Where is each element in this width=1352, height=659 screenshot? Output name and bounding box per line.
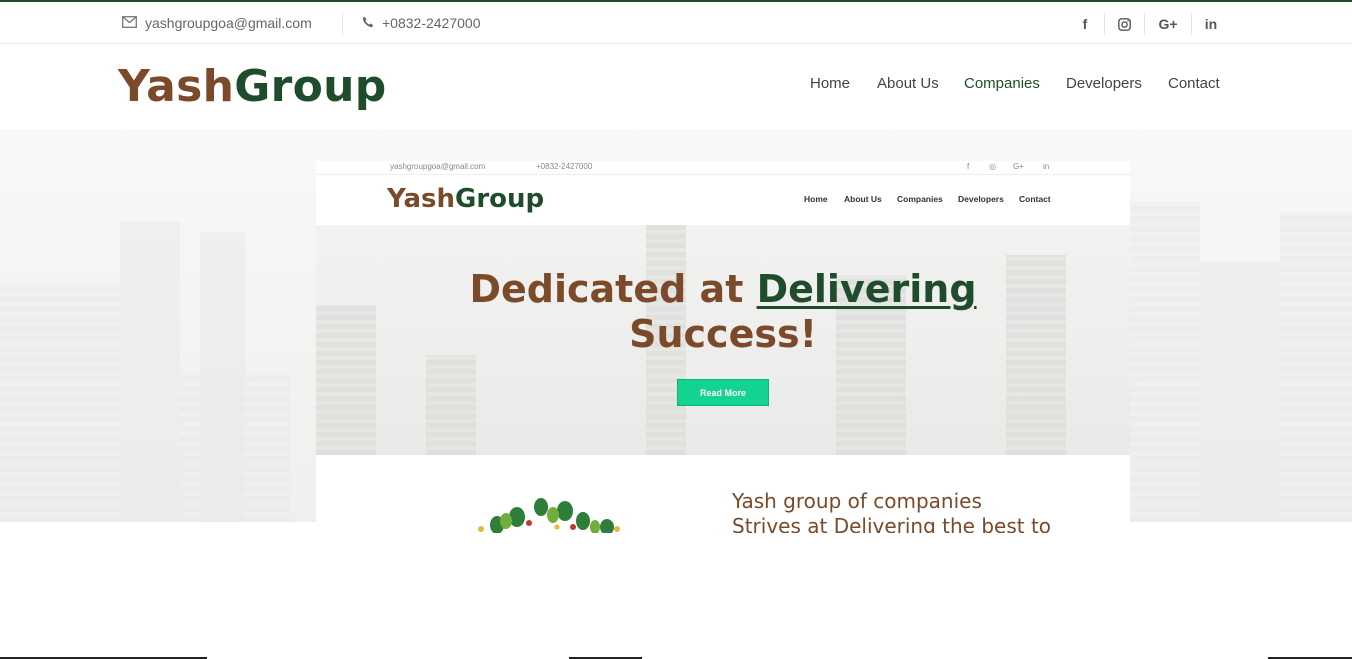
preview-topbar: yashgroupgoa@gmail.com +0832-2427000 f ◎… <box>316 161 1130 175</box>
facebook-icon[interactable]: f <box>1074 13 1096 35</box>
topbar-email[interactable]: yashgroupgoa@gmail.com <box>122 13 312 33</box>
preview-headline-line2: Success! <box>629 312 817 356</box>
site-header: YashGroup Home About Us Companies Develo… <box>0 45 1352 129</box>
preview-nav-contact: Contact <box>1019 194 1051 204</box>
social-divider <box>1191 13 1192 35</box>
preview-google-plus-icon: G+ <box>1013 162 1024 171</box>
site-logo[interactable]: YashGroup <box>118 61 387 112</box>
preview-body-line2: Strives at Delivering the best to <box>732 514 1052 533</box>
preview-body-line1: Yash group of companies <box>732 489 982 513</box>
google-plus-icon[interactable]: G+ <box>1154 13 1182 35</box>
phone-icon <box>362 15 374 31</box>
preview-nav-developers: Developers <box>958 194 1004 204</box>
preview-hero: Dedicated at Delivering Success! Read Mo… <box>316 225 1130 455</box>
preview-nav-companies: Companies <box>897 194 943 204</box>
preview-headline-text: Dedicated at <box>469 267 757 311</box>
preview-headline-line1: Dedicated at Delivering <box>316 267 1130 311</box>
social-divider <box>1104 13 1105 35</box>
preview-logo-group: Group <box>454 184 545 214</box>
topbar-email-text: yashgroupgoa@gmail.com <box>145 15 312 31</box>
nav-contact[interactable]: Contact <box>1168 75 1220 92</box>
preview-instagram-icon: ◎ <box>989 162 996 171</box>
nav-developers[interactable]: Developers <box>1066 75 1142 92</box>
nav-about-us[interactable]: About Us <box>877 75 939 92</box>
preview-logo-yash: Yash <box>387 184 455 214</box>
linkedin-icon[interactable]: in <box>1200 13 1222 35</box>
top-contact-bar: yashgroupgoa@gmail.com +0832-2427000 f G… <box>0 0 1352 44</box>
instagram-icon[interactable] <box>1113 13 1135 35</box>
hands-illustration-icon <box>478 498 620 533</box>
preview-linkedin-icon: in <box>1043 162 1050 171</box>
preview-headline-highlight: Delivering <box>756 267 977 311</box>
preview-read-more-button: Read More <box>677 379 769 406</box>
logo-part-group: Group <box>234 61 387 112</box>
preview-logo: YashGroup <box>387 184 544 214</box>
nav-home[interactable]: Home <box>810 75 850 92</box>
preview-nav-about-us: About Us <box>844 194 882 204</box>
envelope-icon <box>122 15 137 31</box>
preview-email: yashgroupgoa@gmail.com <box>390 162 486 171</box>
topbar-divider <box>342 13 343 35</box>
logo-part-yash: Yash <box>118 61 235 112</box>
preview-nav-home: Home <box>804 194 828 204</box>
nav-companies[interactable]: Companies <box>964 75 1040 92</box>
preview-body-text: Yash group of companies Strives at Deliv… <box>732 489 1051 533</box>
preview-facebook-icon: f <box>967 162 970 171</box>
preview-body: Yash group of companies Strives at Deliv… <box>316 455 1130 533</box>
preview-phone: +0832-2427000 <box>536 162 593 171</box>
social-divider <box>1144 13 1145 35</box>
topbar-phone[interactable]: +0832-2427000 <box>362 13 481 33</box>
topbar-phone-text: +0832-2427000 <box>382 15 481 31</box>
website-preview-image: yashgroupgoa@gmail.com +0832-2427000 f ◎… <box>316 161 1130 533</box>
preview-header: YashGroup Home About Us Companies Develo… <box>316 175 1130 225</box>
